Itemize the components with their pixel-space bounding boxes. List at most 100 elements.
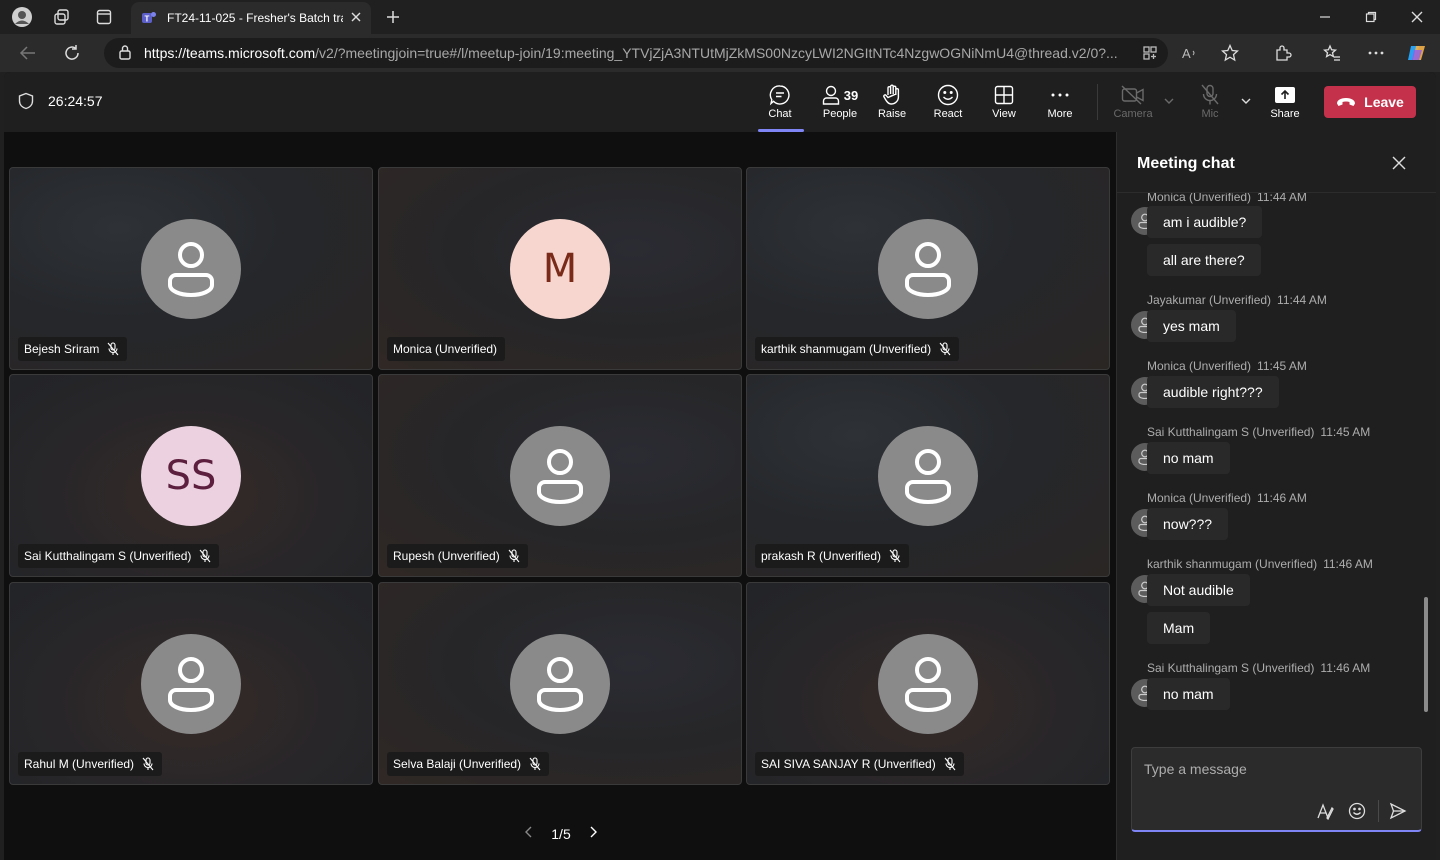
view-button[interactable]: View bbox=[979, 82, 1029, 126]
person-icon bbox=[905, 449, 951, 504]
camera-label: Camera bbox=[1113, 108, 1153, 120]
emoji-icon[interactable] bbox=[1346, 800, 1368, 822]
mic-button[interactable]: Mic bbox=[1185, 82, 1235, 126]
next-page-chevron-right-icon[interactable] bbox=[588, 825, 598, 842]
format-text-icon[interactable] bbox=[1314, 800, 1336, 822]
new-tab-icon[interactable] bbox=[382, 6, 404, 28]
message-time: 11:44 AM bbox=[1257, 193, 1307, 204]
chat-icon bbox=[769, 82, 791, 108]
close-chat-icon[interactable] bbox=[1392, 156, 1410, 174]
chat-message-bubble: all are there? bbox=[1147, 244, 1261, 276]
camera-button[interactable]: Camera bbox=[1108, 82, 1158, 126]
people-icon: 39 bbox=[822, 82, 858, 108]
message-sender: Jayakumar (Unverified) bbox=[1147, 293, 1272, 307]
participant-tile[interactable]: SS Sai Kutthalingam S (Unverified) bbox=[9, 374, 373, 577]
mic-muted-icon bbox=[889, 549, 901, 563]
participant-name: Rahul M (Unverified) bbox=[24, 757, 135, 771]
refresh-icon[interactable] bbox=[59, 41, 85, 65]
participant-tile[interactable]: prakash R (Unverified) bbox=[746, 374, 1110, 577]
timer-text: 26:24:57 bbox=[48, 93, 103, 109]
camera-options-chevron-down-icon[interactable] bbox=[1162, 94, 1176, 108]
favorites-icon[interactable] bbox=[1319, 41, 1345, 65]
chat-message-bubble: audible right??? bbox=[1147, 376, 1279, 408]
address-bar[interactable]: https://teams.microsoft.com/v2/?meetingj… bbox=[104, 38, 1168, 68]
message-meta: Sai Kutthalingam S (Unverified) 11:46 AM bbox=[1147, 661, 1370, 675]
participant-nametag: Sai Kutthalingam S (Unverified) bbox=[18, 544, 220, 568]
participant-tile[interactable]: SAI SIVA SANJAY R (Unverified) bbox=[746, 582, 1110, 785]
minimize-icon[interactable] bbox=[1302, 0, 1348, 34]
favorite-star-icon[interactable] bbox=[1217, 41, 1243, 65]
participant-name: Rupesh (Unverified) bbox=[393, 549, 500, 563]
back-icon[interactable] bbox=[15, 41, 41, 65]
people-label: People bbox=[822, 108, 858, 120]
mic-options-chevron-down-icon[interactable] bbox=[1239, 94, 1253, 108]
raise-hand-icon bbox=[882, 82, 902, 108]
mic-muted-icon bbox=[944, 757, 956, 771]
grid-view-icon bbox=[994, 82, 1014, 108]
settings-more-icon[interactable] bbox=[1363, 41, 1389, 65]
chat-message-bubble: no mam bbox=[1147, 678, 1230, 710]
participant-nametag: SAI SIVA SANJAY R (Unverified) bbox=[755, 752, 964, 776]
url-host: https://teams.microsoft.com bbox=[144, 45, 316, 61]
browser-tab-active[interactable]: T FT24-11-025 - Fresher's Batch trai bbox=[131, 2, 371, 34]
share-screen-icon bbox=[1274, 82, 1296, 108]
teams-logo-icon: T bbox=[141, 10, 157, 26]
previous-page-chevron-left-icon[interactable] bbox=[524, 825, 534, 842]
send-icon[interactable] bbox=[1387, 800, 1409, 822]
avatar bbox=[878, 634, 978, 734]
close-window-icon[interactable] bbox=[1394, 0, 1440, 34]
browser-tab-bar: T FT24-11-025 - Fresher's Batch trai bbox=[0, 0, 1440, 34]
view-label: View bbox=[992, 108, 1016, 120]
app-available-icon[interactable] bbox=[1137, 41, 1163, 65]
tab-actions-icon[interactable] bbox=[93, 6, 115, 28]
participant-name: Bejesh Sriram bbox=[24, 342, 100, 356]
svg-text:T: T bbox=[145, 15, 150, 24]
person-icon bbox=[537, 449, 583, 504]
profile-icon[interactable] bbox=[11, 6, 33, 28]
lock-icon[interactable] bbox=[118, 44, 132, 63]
avatar bbox=[141, 634, 241, 734]
leave-button[interactable]: Leave bbox=[1324, 86, 1416, 118]
chat-scrollbar[interactable] bbox=[1424, 597, 1428, 712]
meeting-chat-panel: Meeting chat Monica (Unverified) 11:44 AM… bbox=[1116, 132, 1436, 860]
workspaces-icon[interactable] bbox=[51, 6, 73, 28]
message-sender: Monica (Unverified) bbox=[1147, 193, 1252, 204]
message-time: 11:45 AM bbox=[1320, 425, 1371, 439]
raise-hand-button[interactable]: Raise bbox=[867, 82, 917, 126]
tab-title: FT24-11-025 - Fresher's Batch trai bbox=[167, 11, 343, 25]
participant-tile[interactable]: Rahul M (Unverified) bbox=[9, 582, 373, 785]
participant-tile[interactable]: M Monica (Unverified) bbox=[378, 167, 742, 370]
avatar bbox=[878, 219, 978, 319]
participant-name: karthik shanmugam (Unverified) bbox=[761, 342, 932, 356]
participant-nametag: Rahul M (Unverified) bbox=[18, 752, 163, 776]
react-button[interactable]: React bbox=[923, 82, 973, 126]
message-time: 11:46 AM bbox=[1320, 661, 1371, 675]
message-input[interactable] bbox=[1144, 758, 1404, 780]
chat-message-bubble: am i audible? bbox=[1147, 206, 1263, 238]
react-label: React bbox=[933, 108, 963, 120]
share-button[interactable]: Share bbox=[1260, 82, 1310, 126]
participant-tile[interactable]: Bejesh Sriram bbox=[9, 167, 373, 370]
copilot-icon[interactable] bbox=[1404, 41, 1430, 65]
more-button[interactable]: More bbox=[1035, 82, 1085, 126]
avatar: SS bbox=[141, 426, 241, 526]
message-time: 11:45 AM bbox=[1257, 359, 1307, 373]
message-composer bbox=[1131, 747, 1422, 832]
message-sender: karthik shanmugam (Unverified) bbox=[1147, 557, 1318, 571]
read-aloud-icon[interactable]: A bbox=[1177, 41, 1203, 65]
participant-tile[interactable]: karthik shanmugam (Unverified) bbox=[746, 167, 1110, 370]
mic-muted-icon bbox=[508, 549, 520, 563]
participant-tile[interactable]: Selva Balaji (Unverified) bbox=[378, 582, 742, 785]
participant-tile[interactable]: Rupesh (Unverified) bbox=[378, 374, 742, 577]
chat-button[interactable]: Chat bbox=[755, 82, 805, 126]
restore-icon[interactable] bbox=[1348, 0, 1394, 34]
more-label: More bbox=[1047, 108, 1073, 120]
mic-muted-icon bbox=[199, 549, 211, 563]
tab-close-icon[interactable] bbox=[351, 11, 361, 25]
people-button[interactable]: 39 People bbox=[812, 82, 868, 126]
avatar-initials: M bbox=[542, 246, 578, 292]
participant-nametag: Bejesh Sriram bbox=[18, 337, 128, 361]
extensions-icon[interactable] bbox=[1270, 41, 1296, 65]
mic-muted-icon bbox=[529, 757, 541, 771]
shield-icon bbox=[18, 92, 34, 110]
